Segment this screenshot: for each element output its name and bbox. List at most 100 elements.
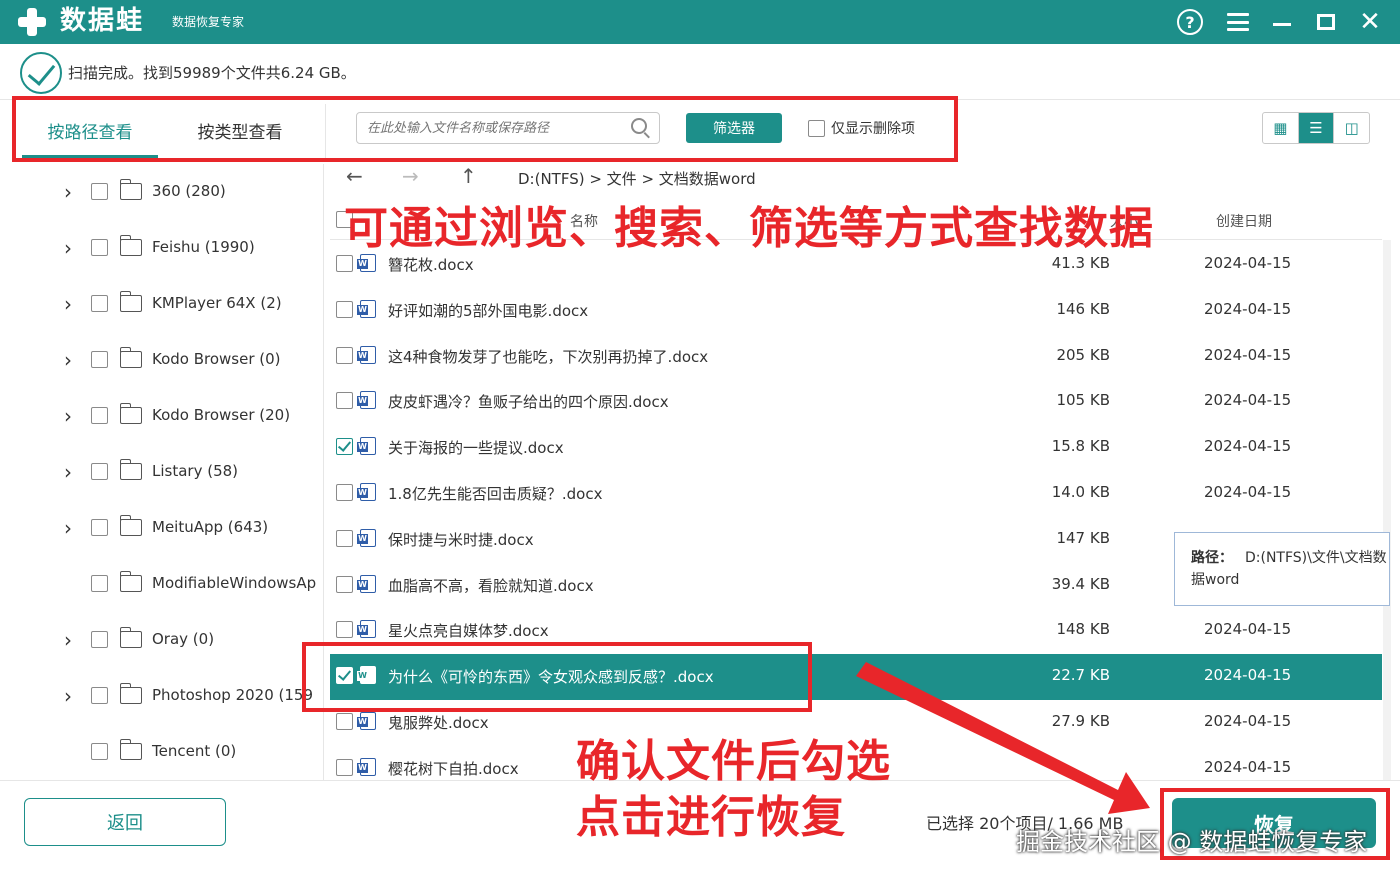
expand-chevron-icon[interactable]: › (64, 236, 72, 260)
tree-item[interactable]: › 360 (280) (0, 178, 323, 206)
file-row-checkbox[interactable] (336, 667, 353, 685)
up-arrow-icon[interactable]: ↑ (460, 164, 477, 188)
tree-item[interactable]: ModifiableWindowsAp (0, 570, 323, 598)
file-row[interactable]: 好评如潮的5部外国电影.docx 146 KB 2024-04-15 (330, 288, 1382, 334)
word-document-icon (357, 757, 376, 776)
file-row-checkbox[interactable] (336, 484, 353, 501)
back-arrow-icon[interactable]: ← (346, 164, 363, 188)
tree-item-checkbox[interactable] (91, 183, 108, 200)
filter-button[interactable]: 筛选器 (686, 113, 782, 143)
tree-item[interactable]: › Oray (0) (0, 626, 323, 654)
scan-complete-check-icon (20, 52, 62, 94)
expand-chevron-icon[interactable]: › (64, 404, 72, 428)
tree-item-checkbox[interactable] (91, 743, 108, 760)
column-date-header[interactable]: 创建日期 (1216, 211, 1272, 231)
tree-item[interactable]: › Photoshop 2020 (159 (0, 682, 323, 710)
file-row-checkbox[interactable] (336, 300, 353, 318)
list-view-icon[interactable]: ☰ (1298, 113, 1335, 143)
file-size: 27.9 KB (1051, 712, 1110, 730)
file-name: 鬼服弊处.docx (388, 714, 489, 732)
tree-item[interactable]: › MeituApp (643) (0, 514, 323, 542)
expand-chevron-icon[interactable]: › (64, 684, 72, 708)
show-deleted-only-checkbox[interactable] (808, 119, 825, 137)
app-logo-icon (16, 6, 48, 38)
file-name: 好评如潮的5部外国电影.docx (388, 301, 589, 320)
file-row[interactable]: 关于海报的一些提议.docx 15.8 KB 2024-04-15 (330, 425, 1382, 471)
show-deleted-only-label: 仅显示删除项 (831, 121, 915, 137)
tab-view-by-type[interactable]: 按类型查看 (172, 118, 308, 158)
tree-item-checkbox[interactable] (91, 463, 108, 480)
expand-chevron-icon[interactable]: › (64, 516, 72, 540)
tree-item[interactable]: › KMPlayer 64X (2) (0, 290, 323, 318)
tree-item[interactable]: › Kodo Browser (0) (0, 346, 323, 374)
file-row[interactable]: 1.8亿先生能否回击质疑？.docx 14.0 KB 2024-04-15 (330, 471, 1382, 517)
file-row[interactable]: 为什么《可怜的东西》令女观众感到反感？.docx 22.7 KB 2024-04-1… (330, 654, 1382, 701)
file-row-checkbox[interactable] (336, 346, 353, 364)
path-tooltip: 路径： D:(NTFS)\文件\文档数据word (1174, 532, 1390, 606)
forward-arrow-icon[interactable]: → (402, 164, 419, 188)
detail-view-icon[interactable]: ◫ (1334, 113, 1369, 143)
file-row-checkbox[interactable] (336, 758, 353, 776)
tree-item-checkbox[interactable] (91, 407, 108, 424)
tree-item-checkbox[interactable] (91, 239, 108, 256)
expand-chevron-icon[interactable]: › (64, 348, 72, 372)
tree-item-checkbox[interactable] (91, 631, 108, 648)
file-size: 146 KB (1056, 299, 1110, 318)
file-row-checkbox[interactable] (336, 438, 353, 456)
annotation-find-data: 可通过浏览、搜索、筛选等方式查找数据 (344, 203, 1154, 254)
expand-chevron-icon[interactable]: › (64, 292, 72, 316)
search-icon[interactable] (631, 118, 647, 134)
tree-item-label: Kodo Browser (0) (152, 350, 281, 368)
file-list-scrollbar[interactable] (1383, 240, 1391, 780)
file-size: 205 KB (1056, 345, 1110, 364)
show-deleted-only-toggle[interactable]: 仅显示删除项 (808, 118, 915, 138)
file-date: 2024-04-15 (1204, 345, 1292, 364)
word-document-icon (357, 437, 376, 456)
file-row-checkbox[interactable] (336, 713, 353, 730)
file-date: 2024-04-15 (1204, 391, 1292, 410)
tree-item-label: KMPlayer 64X (2) (152, 294, 282, 312)
expand-chevron-icon[interactable]: › (64, 628, 72, 652)
file-row-checkbox[interactable] (336, 529, 353, 547)
tree-item[interactable]: Tencent (0) (0, 738, 323, 766)
tree-item-checkbox[interactable] (91, 687, 108, 704)
file-row[interactable]: 星火点亮自媒体梦.docx 148 KB 2024-04-15 (330, 608, 1382, 654)
tab-view-by-path[interactable]: 按路径查看 (22, 118, 158, 158)
minimize-button[interactable] (1266, 6, 1298, 38)
tree-item-checkbox[interactable] (91, 351, 108, 368)
breadcrumb[interactable]: D:(NTFS) > 文件 > 文档数据word (518, 168, 756, 189)
expand-chevron-icon[interactable]: › (64, 180, 72, 204)
tree-item-checkbox[interactable] (91, 295, 108, 312)
word-document-icon (357, 483, 376, 501)
tree-item[interactable]: › Listary (58) (0, 458, 323, 486)
file-row-checkbox[interactable] (336, 392, 353, 410)
tree-item-checkbox[interactable] (91, 575, 108, 592)
return-button[interactable]: 返回 (24, 798, 226, 846)
help-button[interactable]: ? (1174, 6, 1206, 38)
close-icon: ✕ (1359, 7, 1381, 37)
file-row-checkbox[interactable] (336, 255, 353, 272)
file-row[interactable]: 这4种食物发芽了也能吃，下次别再扔掉了.docx 205 KB 2024-04-15 (330, 334, 1382, 380)
app-subtitle: 数据恢复专家 (172, 15, 245, 29)
maximize-button[interactable] (1310, 6, 1342, 38)
expand-chevron-icon[interactable]: › (64, 460, 72, 484)
file-row[interactable]: 皮皮虾遇冷？鱼贩子给出的四个原因.docx 105 KB 2024-04-15 (330, 379, 1382, 425)
grid-view-icon[interactable]: ▦ (1263, 113, 1299, 143)
file-list: 簪花枚.docx41.3 KB2024-04-15好评如潮的5部外国电影.doc… (330, 242, 1382, 780)
tree-item[interactable]: › Kodo Browser (20) (0, 402, 323, 430)
tree-item[interactable]: › Feishu (1990) (0, 234, 323, 262)
file-row-checkbox[interactable] (336, 621, 353, 639)
file-row-checkbox[interactable] (336, 575, 353, 593)
file-date: 2024-04-15 (1204, 620, 1292, 639)
annotation-line-2: 点击进行恢复 (576, 792, 846, 843)
close-button[interactable]: ✕ (1354, 6, 1386, 38)
minimize-icon (1273, 22, 1291, 26)
search-input[interactable] (356, 112, 660, 144)
help-icon: ? (1177, 9, 1203, 35)
menu-button[interactable] (1222, 6, 1254, 38)
file-size: 105 KB (1056, 391, 1110, 410)
watermark: 掘金技术社区 @ 数据蛙恢复专家 (1016, 828, 1368, 856)
tree-item-label: Kodo Browser (20) (152, 406, 291, 424)
folder-icon (119, 627, 142, 648)
tree-item-checkbox[interactable] (91, 519, 108, 536)
